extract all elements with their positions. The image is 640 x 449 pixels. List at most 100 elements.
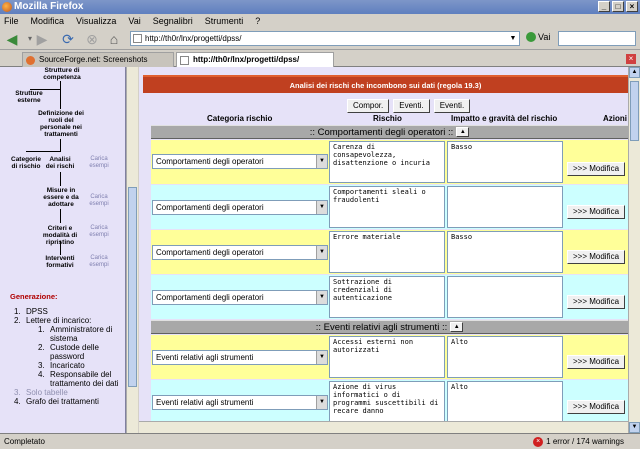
node-misure[interactable]: Misure in essere e da adottare bbox=[40, 187, 82, 208]
modifica-button[interactable]: >>> Modifica bbox=[567, 400, 625, 414]
scrollbar-thumb[interactable] bbox=[630, 81, 639, 141]
menu-help[interactable]: ? bbox=[255, 14, 260, 28]
column-header-categoria: Categoria rischio bbox=[207, 114, 273, 123]
table-row: Comportamenti degli operatori ▼ Carenza d… bbox=[151, 140, 628, 184]
modifica-button[interactable]: >>> Modifica bbox=[567, 162, 625, 176]
forward-icon[interactable]: ▶ bbox=[34, 31, 50, 47]
modifica-button[interactable]: >>> Modifica bbox=[567, 355, 625, 369]
risk-field[interactable]: Sottrazione di credenziali di autenticaz… bbox=[329, 276, 445, 318]
minimize-icon[interactable]: _ bbox=[598, 1, 610, 12]
carica-esempi-link[interactable]: Carica esempi bbox=[84, 225, 114, 239]
scrollbar-thumb[interactable] bbox=[128, 187, 137, 387]
carica-esempi-link[interactable]: Carica esempi bbox=[84, 194, 114, 208]
tab-sourceforge[interactable]: SourceForge.net: Screenshots bbox=[22, 52, 174, 67]
risk-field[interactable]: Accessi esterni non autorizzati bbox=[329, 336, 445, 378]
risk-field[interactable]: Azione di virus informatici o di program… bbox=[329, 381, 445, 423]
node-strutture-esterne[interactable]: Strutture esterne bbox=[6, 90, 52, 104]
node-analisi-rischi[interactable]: Analisi dei rischi bbox=[44, 156, 76, 170]
list-item[interactable]: 4. Grafo dei trattamenti bbox=[10, 397, 124, 406]
collapse-icon[interactable]: ▲ bbox=[450, 322, 464, 333]
impact-field[interactable]: Basso bbox=[447, 141, 563, 183]
chevron-down-icon: ▼ bbox=[316, 291, 327, 304]
category-select[interactable]: Eventi relativi agli strumenti ▼ bbox=[152, 395, 328, 410]
tree-connector bbox=[60, 89, 61, 109]
stop-icon[interactable]: ⊗ bbox=[84, 31, 100, 47]
url-bar[interactable]: http://th0r/lnx/progetti/dpss/ ▼ bbox=[130, 31, 520, 46]
risk-field[interactable]: Errore materiale bbox=[329, 231, 445, 273]
tree-connector bbox=[60, 81, 61, 89]
list-item[interactable]: 4. Responsabile del trattamento dei dati bbox=[10, 370, 124, 388]
compor-button[interactable]: Compor. bbox=[347, 99, 390, 113]
carica-esempi-link[interactable]: Carica esempi bbox=[84, 156, 114, 170]
maximize-icon[interactable]: □ bbox=[612, 1, 624, 12]
list-item[interactable]: 2. Lettere di incarico: bbox=[10, 316, 124, 325]
list-item[interactable]: 3. Solo tabelle bbox=[10, 388, 124, 397]
table-row: Comportamenti degli operatori ▼ Errore ma… bbox=[151, 230, 628, 274]
eventi-button[interactable]: Eventi. bbox=[393, 99, 430, 113]
menu-modifica[interactable]: Modifica bbox=[31, 14, 65, 28]
modifica-button[interactable]: >>> Modifica bbox=[567, 205, 625, 219]
category-select[interactable]: Comportamenti degli operatori ▼ bbox=[152, 154, 328, 169]
eventi-button-2[interactable]: Eventi. bbox=[433, 99, 471, 113]
list-item[interactable]: 1. DPSS bbox=[10, 307, 124, 316]
table-row: Comportamenti degli operatori ▼ Sottrazio… bbox=[151, 275, 628, 319]
carica-esempi-link[interactable]: Carica esempi bbox=[84, 255, 114, 269]
impact-field[interactable]: Alto bbox=[447, 381, 563, 423]
tab-bar: SourceForge.net: Screenshots http://th0r… bbox=[0, 51, 640, 67]
list-item[interactable]: 2. Custode delle password bbox=[10, 343, 124, 361]
section-header: :: Comportamenti degli operatori :: ▲ bbox=[151, 125, 628, 139]
tree-connector bbox=[26, 151, 61, 152]
menu-bar: File Modifica Visualizza Vai Segnalibri … bbox=[0, 14, 640, 28]
tree-connector bbox=[60, 209, 61, 223]
modifica-button[interactable]: >>> Modifica bbox=[567, 250, 625, 264]
go-button[interactable]: Vai bbox=[526, 32, 550, 42]
navigation-toolbar: ◀ ▾ ▶ ⟳ ⊗ ⌂ http://th0r/lnx/progetti/dps… bbox=[0, 28, 640, 50]
impact-field[interactable] bbox=[447, 276, 563, 318]
category-select[interactable]: Comportamenti degli operatori ▼ bbox=[152, 200, 328, 215]
node-definizione-ruoli[interactable]: Definizione dei ruoli del personale nei … bbox=[34, 110, 88, 138]
menu-vai[interactable]: Vai bbox=[128, 14, 140, 28]
menu-strumenti[interactable]: Strumenti bbox=[205, 14, 244, 28]
chevron-down-icon: ▼ bbox=[316, 246, 327, 259]
node-interventi-formativi[interactable]: Interventi formativi bbox=[40, 255, 80, 269]
sidebar: Strutture di competenza Strutture estern… bbox=[0, 67, 126, 433]
search-input[interactable] bbox=[558, 31, 636, 46]
tab-dpss[interactable]: http://th0r/lnx/progetti/dpss/ bbox=[176, 52, 334, 67]
close-tab-icon[interactable]: × bbox=[626, 54, 636, 64]
error-count: 1 error / 174 warnings bbox=[546, 437, 624, 446]
category-select[interactable]: Eventi relativi agli strumenti ▼ bbox=[152, 350, 328, 365]
menu-segnalibri[interactable]: Segnalibri bbox=[153, 14, 193, 28]
status-text: Completato bbox=[4, 437, 45, 446]
category-select[interactable]: Comportamenti degli operatori ▼ bbox=[152, 245, 328, 260]
list-item[interactable]: 1. Amministratore di sistema bbox=[10, 325, 124, 343]
generation-list: 1. DPSS 2. Lettere di incarico: 1. Amminist… bbox=[10, 307, 124, 406]
url-dropdown-icon[interactable]: ▼ bbox=[508, 33, 518, 44]
category-select[interactable]: Comportamenti degli operatori ▼ bbox=[152, 290, 328, 305]
horizontal-scrollbar[interactable] bbox=[139, 421, 628, 433]
modifica-button[interactable]: >>> Modifica bbox=[567, 295, 625, 309]
risk-field[interactable]: Comportamenti sleali o fraudolenti bbox=[329, 186, 445, 228]
page-title: Analisi dei rischi che incombono sui dat… bbox=[143, 75, 628, 93]
error-indicator[interactable]: × 1 error / 174 warnings bbox=[533, 434, 624, 449]
reload-icon[interactable]: ⟳ bbox=[60, 31, 76, 47]
menu-file[interactable]: File bbox=[4, 14, 19, 28]
scroll-down-icon[interactable]: ▼ bbox=[629, 422, 640, 433]
home-icon[interactable]: ⌂ bbox=[106, 31, 122, 47]
menu-visualizza[interactable]: Visualizza bbox=[76, 14, 116, 28]
scroll-up-icon[interactable]: ▲ bbox=[629, 67, 640, 78]
impact-field[interactable]: Alto bbox=[447, 336, 563, 378]
node-strutture-competenza[interactable]: Strutture di competenza bbox=[38, 67, 86, 81]
back-icon[interactable]: ◀ bbox=[4, 31, 20, 47]
column-header-rischio: Rischio bbox=[373, 114, 402, 123]
impact-field[interactable] bbox=[447, 186, 563, 228]
list-item[interactable]: 3. Incaricato bbox=[10, 361, 124, 370]
section-title: :: Comportamenti degli operatori :: bbox=[309, 127, 454, 138]
main-scrollbar[interactable]: ▲ ▼ bbox=[628, 67, 640, 433]
node-categorie-rischio[interactable]: Categorie di rischio bbox=[8, 156, 44, 170]
close-icon[interactable]: × bbox=[626, 1, 638, 12]
sidebar-scrollbar[interactable] bbox=[126, 67, 138, 433]
impact-field[interactable]: Basso bbox=[447, 231, 563, 273]
tree-connector bbox=[60, 172, 61, 186]
risk-field[interactable]: Carenza di consapevolezza, disattenzione… bbox=[329, 141, 445, 183]
collapse-icon[interactable]: ▲ bbox=[456, 127, 470, 138]
